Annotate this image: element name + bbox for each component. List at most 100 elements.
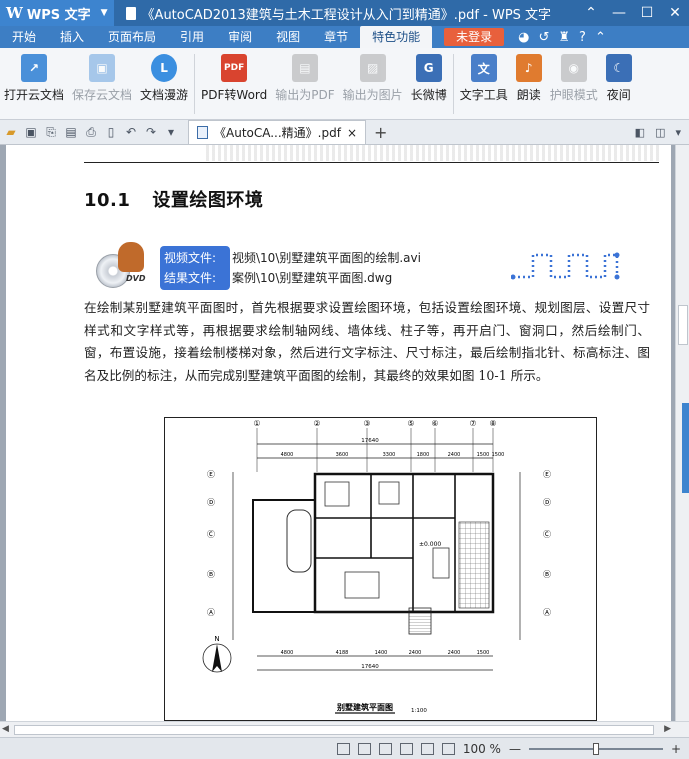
axis-bubble-top: ⑤: [407, 419, 414, 428]
zoom-in-button[interactable]: +: [671, 742, 681, 756]
text-tools-icon: 文: [470, 54, 497, 82]
bed: [324, 481, 350, 507]
refresh-icon[interactable]: ↺: [538, 30, 549, 45]
dimension-label-bottom: 2400: [448, 650, 461, 656]
scroll-right-icon[interactable]: ▶: [664, 724, 671, 734]
axis-bubble-top: ①: [253, 419, 260, 428]
close-button[interactable]: ✕: [661, 0, 689, 26]
result-file-label: 结果文件:: [164, 271, 217, 285]
eye-mode-icon[interactable]: [441, 742, 455, 755]
north-arrow-icon: [212, 644, 222, 672]
close-tab-icon[interactable]: ×: [347, 126, 357, 140]
weibo-icon: G: [415, 54, 442, 82]
zoom-slider[interactable]: [528, 742, 663, 755]
axis-bubble-right: Ⓒ: [543, 530, 551, 539]
tab-chapter[interactable]: 章节: [312, 26, 360, 48]
wps-logo-icon: W: [6, 4, 23, 22]
tab-dropdown-icon[interactable]: ▾: [675, 126, 681, 139]
customize-dropdown-icon[interactable]: ▾: [164, 125, 178, 140]
axis-bubble-right: Ⓑ: [543, 570, 551, 579]
outline-view-icon[interactable]: [399, 742, 413, 755]
login-button[interactable]: 未登录: [444, 28, 505, 46]
vertical-scroll-thumb[interactable]: [678, 305, 688, 345]
page-view-icon[interactable]: [357, 742, 371, 755]
long-weibo-button[interactable]: G 长微博: [407, 54, 451, 103]
dimension-label-top: 1800: [417, 452, 430, 458]
figure-scale: 1:100: [411, 708, 427, 714]
minimize-button[interactable]: —: [605, 0, 633, 26]
entrance-steps: [408, 607, 432, 635]
horizontal-scrollbar[interactable]: ◀ ▶: [0, 721, 689, 737]
axis-bubble-left: Ⓑ: [207, 570, 215, 579]
tab-special-features[interactable]: 特色功能: [360, 26, 433, 48]
vertical-scrollbar[interactable]: [675, 145, 689, 721]
export-pdf-button[interactable]: ▤ 输出为PDF: [271, 54, 338, 103]
ribbon-collapse-button[interactable]: ⌃: [577, 0, 605, 26]
tab-home[interactable]: 开始: [0, 26, 48, 48]
tab-references[interactable]: 引用: [168, 26, 216, 48]
dimension-label-bottom: 4800: [281, 650, 294, 656]
read-aloud-button[interactable]: ♪ 朗读: [512, 54, 546, 103]
doc-roaming-button[interactable]: L 文档漫游: [136, 54, 192, 103]
undo-icon[interactable]: ↶: [124, 125, 138, 140]
axis-bubble-right: Ⓐ: [543, 608, 551, 617]
pdf-to-word-button[interactable]: PDF PDF转Word: [197, 54, 271, 103]
new-tab-icon[interactable]: +: [374, 123, 387, 142]
reading-view-icon[interactable]: [420, 742, 434, 755]
axis-top: ① ② ③ ⑤ ⑥ ⑦ ⑧: [253, 419, 497, 472]
ribbon-toolbar: ↗ 打开云文档 ▣ 保存云文档 L 文档漫游 PDF PDF转Word ▤ 输出…: [0, 48, 689, 120]
figure-caption: 别墅建筑平面图: [336, 702, 393, 712]
document-check-icon[interactable]: ▯: [104, 125, 118, 140]
horizontal-scroll-thumb[interactable]: [14, 725, 654, 735]
tab-page-layout[interactable]: 页面布局: [96, 26, 168, 48]
print-preview-icon[interactable]: ▤: [64, 125, 78, 140]
axis-bubble-top: ⑧: [489, 419, 496, 428]
save-cloud-doc-button[interactable]: ▣ 保存云文档: [68, 54, 136, 103]
skin-icon[interactable]: ◕: [518, 30, 529, 45]
tab-review[interactable]: 审阅: [216, 26, 264, 48]
tab-insert[interactable]: 插入: [48, 26, 96, 48]
axis-bubble-right: Ⓔ: [543, 470, 551, 479]
result-file-path: 案例\10\别墅建筑平面图.dwg: [232, 271, 393, 285]
wps-menu-button[interactable]: W WPS 文字 ▼: [0, 0, 114, 26]
open-cloud-doc-button[interactable]: ↗ 打开云文档: [0, 54, 68, 103]
axis-bubble-top: ③: [363, 419, 370, 428]
axis-bubble-right: Ⓓ: [543, 498, 551, 507]
save-icon[interactable]: ▣: [24, 125, 38, 140]
maximize-button[interactable]: ☐: [633, 0, 661, 26]
export-icon[interactable]: ⎘: [44, 125, 58, 140]
tab-menu-icon[interactable]: ◫: [655, 126, 665, 139]
web-view-icon[interactable]: [378, 742, 392, 755]
speaker-icon: ♪: [515, 54, 542, 82]
export-image-button[interactable]: ▨ 输出为图片: [339, 54, 407, 103]
axis-bubble-left: Ⓔ: [207, 470, 215, 479]
total-dimension-bottom: 17640: [361, 664, 379, 670]
zoom-out-button[interactable]: —: [509, 742, 521, 756]
document-tab[interactable]: 《AutoCA...精通》.pdf ×: [188, 120, 367, 144]
tab-list-icon[interactable]: ◧: [635, 126, 645, 139]
bed-2: [378, 481, 400, 505]
section-heading: 10.1 设置绘图环境: [84, 186, 263, 212]
help-icon[interactable]: ?: [579, 30, 586, 45]
print-icon[interactable]: ⎙: [84, 125, 98, 140]
open-folder-icon[interactable]: ▰: [4, 125, 18, 140]
elevation-label: ±0.000: [419, 541, 441, 548]
cloud-icon: L: [151, 54, 178, 82]
dimension-label-top: 1500: [492, 452, 505, 458]
fit-page-icon[interactable]: [336, 742, 350, 755]
eye-protection-button[interactable]: ◉ 护眼模式: [546, 54, 602, 103]
file-value-box: 视频\10\别墅建筑平面图的绘制.avi 案例\10\别墅建筑平面图.dwg: [232, 246, 421, 290]
dvd-icon: DVD: [96, 242, 156, 290]
redo-icon[interactable]: ↷: [144, 125, 158, 140]
tab-view[interactable]: 视图: [264, 26, 312, 48]
more-icon[interactable]: ⌃: [595, 30, 606, 45]
dvd-label: DVD: [126, 274, 146, 283]
scroll-left-icon[interactable]: ◀: [2, 724, 9, 734]
zoom-slider-knob[interactable]: [592, 742, 599, 755]
night-mode-button[interactable]: ☾ 夜间: [602, 54, 636, 103]
side-panel-toggle[interactable]: [682, 403, 689, 493]
dimension-label-top: 3300: [383, 452, 396, 458]
cloud-open-icon: ↗: [21, 54, 47, 82]
shirt-icon[interactable]: ♜: [558, 30, 570, 45]
text-tools-button[interactable]: 文 文字工具: [456, 54, 512, 103]
